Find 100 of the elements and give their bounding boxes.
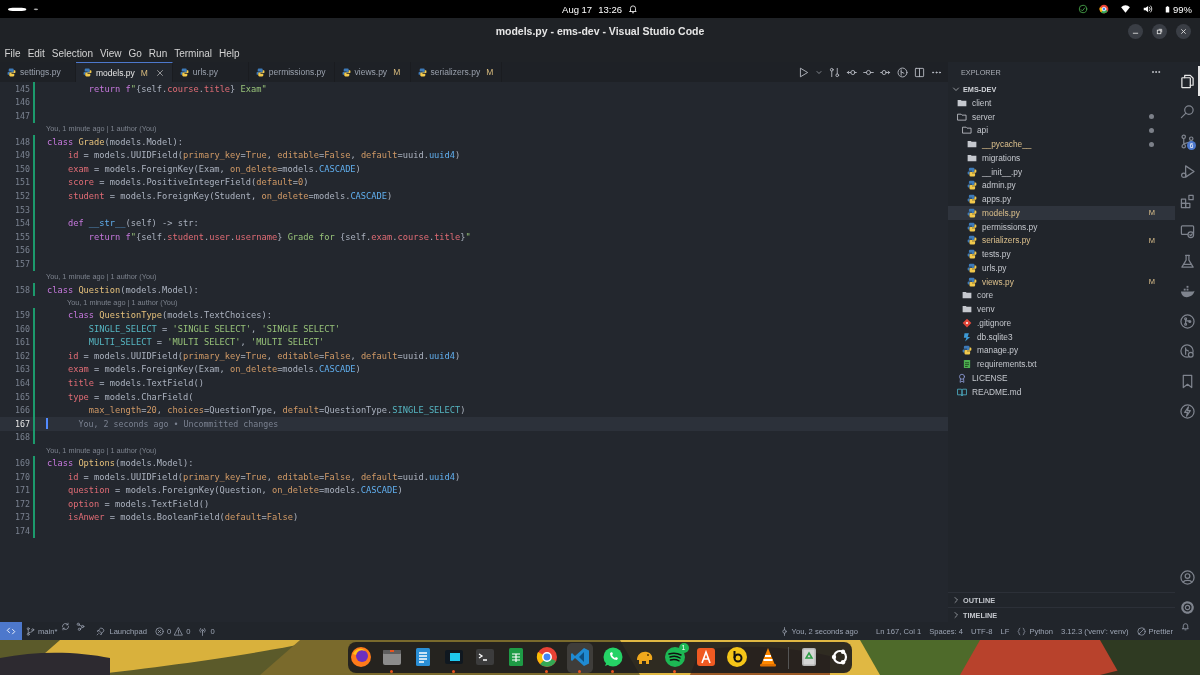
text-cursor [46, 418, 48, 430]
tree-entry[interactable]: permissions.py [948, 219, 1175, 234]
chat-icon[interactable] [601, 645, 624, 668]
wifi-icon[interactable] [1120, 4, 1131, 14]
store-icon[interactable] [694, 645, 717, 668]
tree-entry[interactable]: apps.py [948, 192, 1175, 206]
close-icon[interactable] [155, 68, 164, 77]
volume-icon[interactable] [1142, 4, 1153, 14]
menu-item[interactable]: Go [125, 47, 146, 59]
editor-tab[interactable]: views.py M [334, 62, 411, 82]
compare-changes-icon[interactable] [829, 66, 840, 78]
braces-icon [1017, 626, 1027, 636]
browser-icon[interactable] [1099, 4, 1109, 14]
branch-circle-icon[interactable] [1180, 313, 1195, 329]
menu-item[interactable]: Help [215, 47, 244, 59]
code-line: student = models.ForeignKey(Student, on_delete=models.CASCADE) [66, 190, 393, 201]
tree-folder[interactable]: __pycache__ [948, 137, 1175, 151]
restore-button[interactable] [1152, 23, 1167, 39]
editor-tab[interactable]: permissions.py [248, 62, 335, 82]
files-icon[interactable] [1180, 73, 1195, 89]
branch-search-icon[interactable] [1180, 343, 1195, 359]
menu-item[interactable]: View [96, 47, 125, 59]
tree-folder[interactable]: core [948, 288, 1175, 303]
code-line: class QuestionType(models.TextChoices): [66, 310, 272, 321]
clock-label[interactable]: 13:26 [598, 3, 622, 15]
whale-icon[interactable] [1180, 283, 1195, 299]
tree-entry[interactable]: requirements.txt [948, 357, 1175, 371]
extensions-icon[interactable] [1180, 193, 1195, 209]
code-line: score = models.PositiveIntegerField(default=0) [66, 177, 309, 188]
split-editor-icon[interactable] [914, 66, 925, 78]
line-number: 145 [14, 83, 30, 94]
bell-icon[interactable] [627, 4, 638, 14]
editor-tab[interactable]: serializers.py M [410, 62, 503, 82]
error-icon [155, 626, 164, 636]
tree-entry[interactable]: tests.py [948, 247, 1175, 261]
git-status-label: M [486, 67, 494, 77]
change-dot [1149, 127, 1154, 133]
tree-entry[interactable]: db.sqlite3 [948, 329, 1175, 344]
menu-item[interactable]: File [1, 47, 25, 59]
search-icon[interactable] [1180, 103, 1195, 119]
warning-icon [174, 626, 184, 636]
tree-folder[interactable]: client [948, 96, 1175, 110]
tree-entry[interactable]: .gitignore [948, 316, 1175, 330]
line-number: 160 [14, 323, 30, 334]
line-number: 158 [14, 284, 30, 295]
fox-browser-icon[interactable] [349, 645, 372, 668]
monitor-icon[interactable] [1180, 223, 1195, 239]
git-status-label: M [393, 67, 401, 77]
minimize-button[interactable] [1128, 23, 1143, 39]
tree-entry[interactable]: urls.py [948, 261, 1175, 275]
menu-item[interactable]: Terminal [170, 47, 216, 59]
tree-folder[interactable]: migrations [948, 151, 1175, 165]
editor-tab[interactable]: urls.py [172, 62, 249, 82]
date-label[interactable]: Aug 17 [562, 3, 593, 15]
line-number: 154 [14, 218, 30, 229]
line-number: 167 [14, 418, 30, 429]
tree-folder[interactable]: venv [948, 302, 1175, 316]
editor-tab[interactable]: models.py M [76, 62, 173, 82]
ring-app-icon[interactable] [725, 645, 748, 668]
line-number: 150 [14, 163, 30, 174]
tree-entry[interactable]: LICENSE [948, 371, 1175, 385]
code-line: title = models.TextField() [66, 378, 204, 389]
lightning-icon[interactable] [1180, 403, 1195, 419]
window-title: models.py - ems-dev - Visual Studio Code [495, 25, 705, 37]
code-line: def __str__(self) -> str: [66, 218, 199, 229]
line-number: 162 [14, 350, 30, 361]
tree-folder[interactable]: api [948, 123, 1175, 138]
flask-icon[interactable] [1180, 253, 1195, 269]
browser-icon[interactable] [535, 645, 558, 668]
close-icon [1180, 27, 1187, 35]
run-debug-icon[interactable] [1180, 163, 1195, 179]
tree-entry[interactable]: manage.py [948, 343, 1175, 358]
sync-icon[interactable] [61, 622, 71, 631]
menu-item[interactable]: Run [145, 47, 171, 59]
menu-item[interactable]: Selection [48, 47, 97, 59]
code-line: id = models.UUIDField(primary_key=True, editable=False, default=uuid.uuid4) [66, 350, 461, 361]
commit-icon [779, 626, 789, 636]
tree-entry[interactable]: admin.py [948, 178, 1175, 193]
graph-icon[interactable] [76, 622, 86, 631]
run-icon[interactable] [798, 66, 809, 78]
workspace-indicator[interactable] [8, 5, 38, 13]
status-circle-icon[interactable] [1078, 4, 1088, 14]
branch-circle-icon[interactable] [897, 66, 908, 78]
code-line: id = models.UUIDField(primary_key=True, editable=False, default=uuid.uuid4) [66, 471, 461, 482]
tree-entry[interactable]: README.md [948, 384, 1175, 399]
settings-icon[interactable] [1180, 599, 1195, 615]
music-icon[interactable] [663, 645, 686, 668]
account-icon[interactable] [1180, 569, 1195, 585]
code-editor-icon[interactable] [568, 645, 591, 668]
tree-entry[interactable]: __init__.py [948, 164, 1175, 179]
change-dot [1149, 114, 1154, 120]
close-button[interactable] [1176, 23, 1191, 39]
tree-folder[interactable]: server [948, 109, 1175, 124]
git-status-label: M [140, 67, 148, 78]
menu-item[interactable]: Edit [24, 47, 49, 59]
line-number: 173 [14, 512, 30, 523]
battery-icon[interactable] [1164, 3, 1171, 15]
bookmark-icon[interactable] [1180, 373, 1195, 389]
code-line: class Options(models.Model): [47, 458, 194, 469]
python-file-icon [255, 67, 265, 77]
